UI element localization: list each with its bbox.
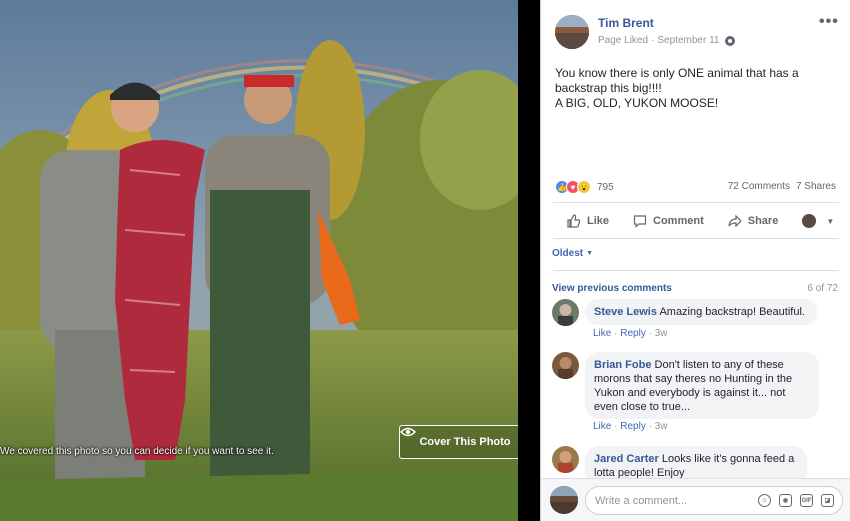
comment-page-info: 6 of 72 xyxy=(807,283,838,294)
comment-time[interactable]: 3w xyxy=(655,328,668,339)
commenter-name[interactable]: Brian Fobe xyxy=(594,359,651,371)
gutter xyxy=(518,0,540,521)
post-meta: Page Liked · September 11 xyxy=(598,35,736,46)
comments-count[interactable]: 72 Comments xyxy=(728,181,790,192)
post-text-line: A BIG, OLD, YUKON MOOSE! xyxy=(555,96,719,110)
post-actions: Like Comment Share ▼ xyxy=(553,206,843,236)
share-button[interactable]: Share xyxy=(728,214,779,228)
commenter-avatar[interactable] xyxy=(552,446,579,473)
comment-label: Comment xyxy=(653,215,704,227)
share-label: Share xyxy=(747,215,779,227)
like-button[interactable]: Like xyxy=(567,214,609,228)
more-options-icon[interactable]: ••• xyxy=(819,13,839,31)
current-user-avatar xyxy=(550,486,578,514)
post-date[interactable]: September 11 xyxy=(657,35,719,46)
thumbs-up-icon xyxy=(567,214,581,228)
comment-placeholder: Write a comment... xyxy=(595,495,688,507)
author-name[interactable]: Tim Brent xyxy=(598,16,654,30)
post-photo[interactable]: We covered this photo so you can decide … xyxy=(0,0,518,521)
divider xyxy=(553,238,839,239)
page-liked-status: Page Liked xyxy=(598,35,649,46)
comment-like-link[interactable]: Like xyxy=(593,328,611,339)
comment-bubble: Jared Carter Looks like it's gonna feed … xyxy=(585,446,807,478)
page-avatar xyxy=(802,214,817,228)
post-header: Tim Brent Page Liked · September 11 ••• xyxy=(541,0,850,60)
share-icon xyxy=(728,214,742,228)
reaction-summary[interactable]: 👍 ♥ 😮 795 xyxy=(555,180,614,194)
emoji-icon[interactable]: ☺ xyxy=(758,494,771,507)
view-previous-comments-link[interactable]: View previous comments xyxy=(552,283,672,294)
shares-count[interactable]: 7 Shares xyxy=(796,181,836,192)
comment-input[interactable]: Write a comment... ☺ ◉ GIF ◪ xyxy=(585,486,843,515)
commenter-name[interactable]: Jared Carter xyxy=(594,453,659,465)
cover-photo-label: Cover This Photo xyxy=(419,436,511,448)
comment-item: Jared Carter Looks like it's gonna feed … xyxy=(552,446,842,478)
commenter-avatar[interactable] xyxy=(552,352,579,379)
comment-item: Steve Lewis Amazing backstrap! Beautiful… xyxy=(552,299,842,345)
comment-actions: Like · Reply · 3w xyxy=(593,421,668,432)
comment-like-link[interactable]: Like xyxy=(593,421,611,432)
composer-icons: ☺ ◉ GIF ◪ xyxy=(758,494,834,507)
divider xyxy=(553,202,839,203)
commenter-name[interactable]: Steve Lewis xyxy=(594,306,657,318)
sort-label: Oldest xyxy=(552,248,584,259)
cover-photo-button[interactable]: Cover This Photo xyxy=(399,425,518,459)
comment-item: Brian Fobe Don't listen to any of these … xyxy=(552,352,842,434)
post-as-selector[interactable]: ▼ xyxy=(802,214,834,228)
comment-actions: Like · Reply · 3w xyxy=(593,328,668,339)
reaction-count: 795 xyxy=(597,181,614,193)
comment-sort-dropdown[interactable]: Oldest ▼ xyxy=(552,248,593,259)
comment-time[interactable]: 3w xyxy=(655,421,668,432)
cover-note: We covered this photo so you can decide … xyxy=(0,446,274,457)
meta-separator: · xyxy=(651,35,655,46)
wow-reaction-icon: 😮 xyxy=(577,180,591,194)
eye-icon xyxy=(400,427,416,437)
comment-bubble: Brian Fobe Don't listen to any of these … xyxy=(585,352,819,419)
comment-bubble: Steve Lewis Amazing backstrap! Beautiful… xyxy=(585,299,817,325)
gif-icon[interactable]: GIF xyxy=(800,494,813,507)
post-side-panel: Tim Brent Page Liked · September 11 ••• … xyxy=(540,0,850,521)
chevron-down-icon: ▼ xyxy=(826,216,835,226)
comment-button[interactable]: Comment xyxy=(633,214,704,228)
gear-icon[interactable] xyxy=(725,35,736,46)
like-label: Like xyxy=(587,215,610,227)
comment-composer: Write a comment... ☺ ◉ GIF ◪ xyxy=(541,478,850,521)
comment-reply-link[interactable]: Reply xyxy=(620,328,646,339)
post-text-line: You know there is only ONE animal that h… xyxy=(555,66,803,95)
comment-text: Amazing backstrap! Beautiful. xyxy=(659,306,805,318)
chevron-down-icon: ▼ xyxy=(586,250,594,257)
sticker-icon[interactable]: ◪ xyxy=(821,494,834,507)
engagement-counts: 72 Comments 7 Shares xyxy=(728,181,836,192)
commenter-avatar[interactable] xyxy=(552,299,579,326)
post-text: You know there is only ONE animal that h… xyxy=(555,66,825,111)
divider xyxy=(553,270,839,271)
photo-viewer: We covered this photo so you can decide … xyxy=(0,0,850,521)
author-avatar[interactable] xyxy=(555,15,589,49)
comment-reply-link[interactable]: Reply xyxy=(620,421,646,432)
camera-icon[interactable]: ◉ xyxy=(779,494,792,507)
comment-icon xyxy=(633,215,647,228)
